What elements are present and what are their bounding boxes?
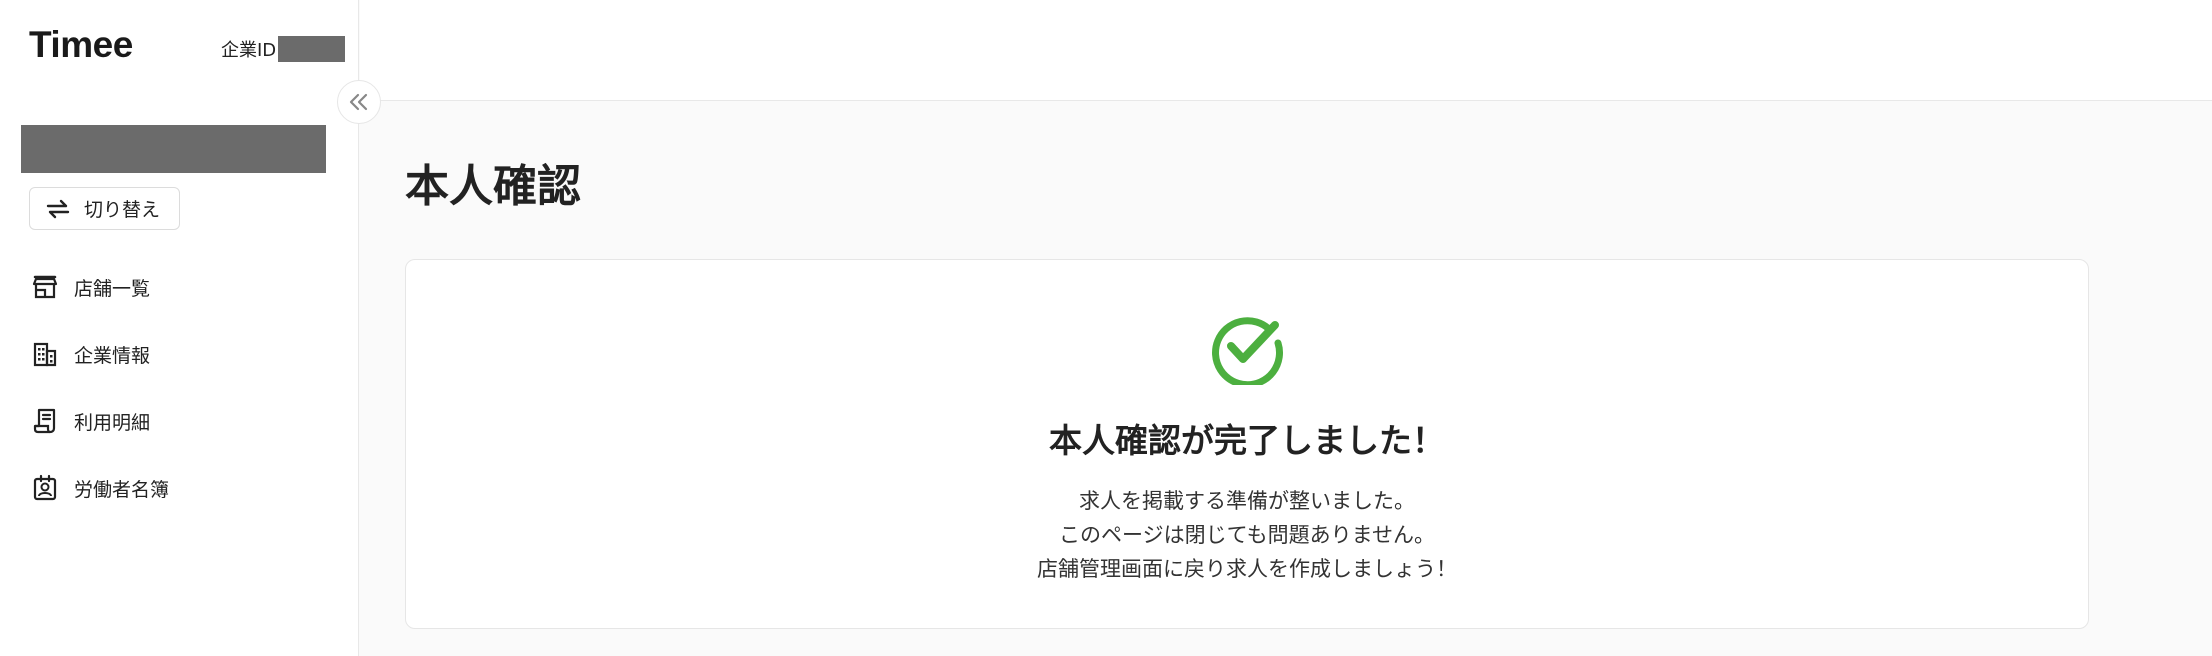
receipt-icon (31, 407, 59, 435)
timee-logo[interactable]: Timee (29, 24, 133, 66)
top-bar (360, 0, 2212, 101)
id-badge-icon (31, 474, 59, 502)
message-line: 店舗管理画面に戻り求人を作成しましょう！ (1037, 557, 1457, 581)
sidebar-item-label: 企業情報 (74, 344, 151, 367)
completion-message: 求人を掲載する準備が整いました。 このページは閉じても問題ありません。 店舗管理… (406, 484, 2088, 586)
verification-complete-card: 本人確認が完了しました！ 求人を掲載する準備が整いました。 このページは閉じても… (405, 259, 2089, 629)
completion-heading: 本人確認が完了しました！ (1049, 421, 1445, 460)
company-id: 企業ID (221, 36, 346, 62)
building-icon (31, 340, 59, 368)
sidebar-item-label: 労働者名簿 (74, 478, 170, 501)
sidebar: Timee 企業ID 切り替え 店舗一覧 企業情報 利用明細 労働者名簿 (0, 0, 359, 656)
sidebar-item-stores[interactable]: 店舗一覧 (31, 273, 150, 301)
company-id-label: 企業ID (221, 40, 277, 61)
message-line: このページは閉じても問題ありません。 (1059, 523, 1435, 547)
sidebar-item-label: 利用明細 (74, 411, 151, 434)
company-id-redacted (278, 36, 346, 62)
chevrons-left-icon (349, 93, 368, 111)
message-line: 求人を掲載する準備が整いました。 (1079, 489, 1415, 513)
swap-arrows-icon (46, 199, 70, 218)
sidebar-item-usage-statement[interactable]: 利用明細 (31, 407, 150, 435)
store-icon (31, 273, 59, 301)
sidebar-collapse-button[interactable] (337, 80, 381, 124)
sidebar-item-label: 店舗一覧 (74, 277, 151, 300)
switch-button-label: 切り替え (84, 199, 161, 221)
sidebar-item-company-info[interactable]: 企業情報 (31, 340, 150, 368)
check-circle-icon (1212, 317, 1283, 385)
page-title: 本人確認 (405, 161, 581, 212)
switch-button[interactable]: 切り替え (29, 187, 180, 230)
company-name-redacted (21, 125, 326, 173)
sidebar-item-worker-roster[interactable]: 労働者名簿 (31, 474, 169, 502)
